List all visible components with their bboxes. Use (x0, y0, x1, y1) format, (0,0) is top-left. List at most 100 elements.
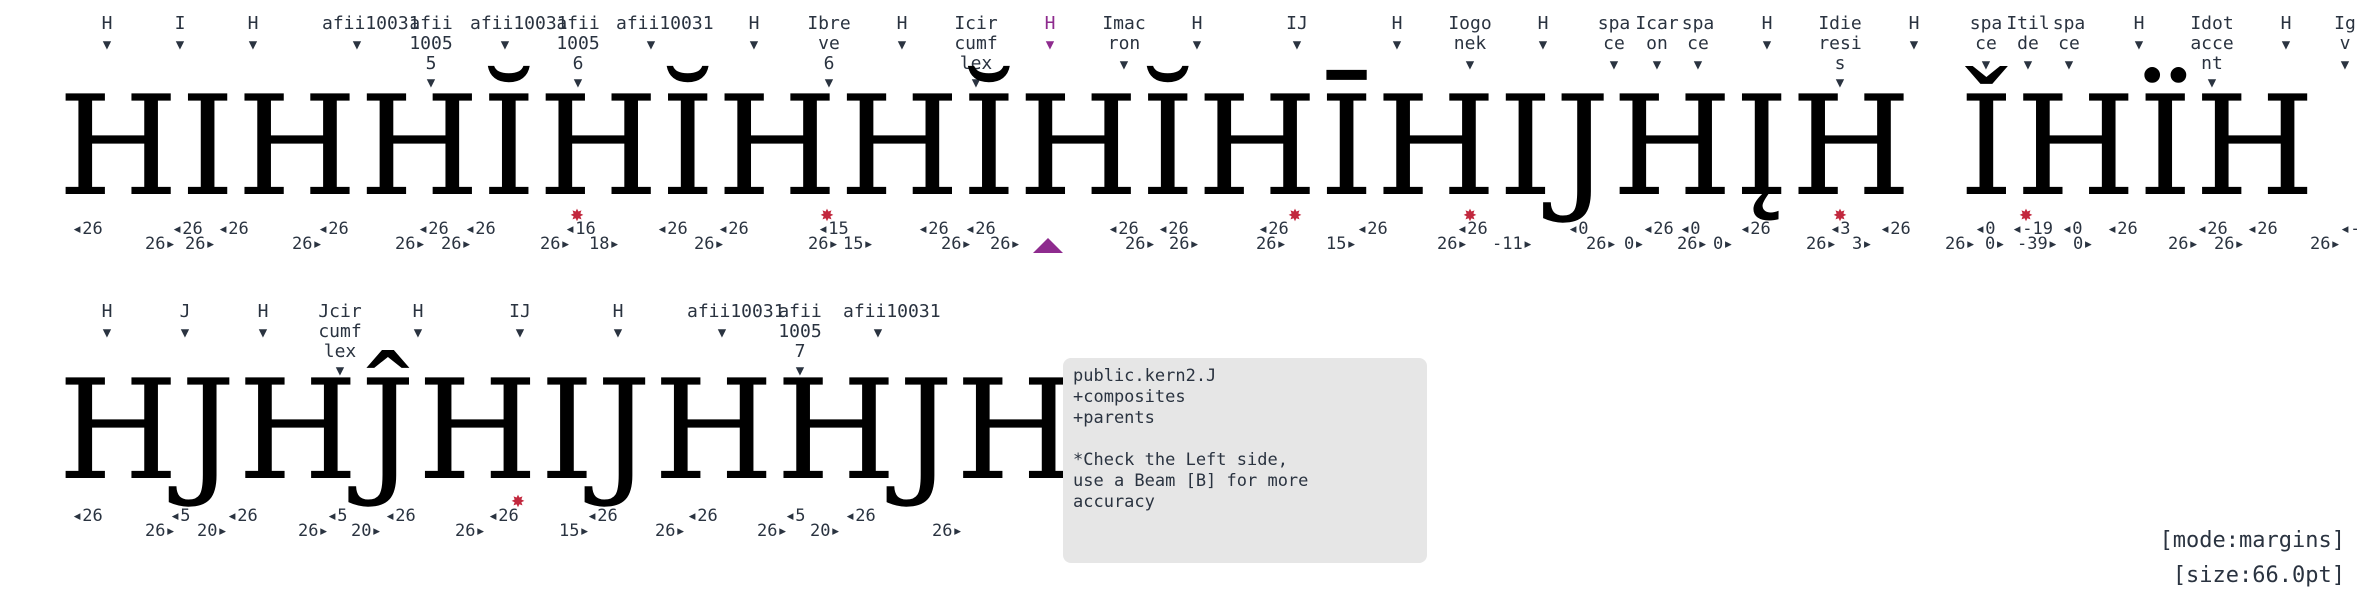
glyph-name-label[interactable]: Idot acce nt (2177, 14, 2247, 74)
right-margin-value[interactable]: 26▸ (145, 235, 176, 253)
left-margin-value[interactable]: ◂26 (72, 220, 103, 238)
right-margin-value[interactable]: 26▸ (1256, 235, 1287, 253)
right-margin-value[interactable]: -11▸ (1492, 235, 1533, 253)
right-margin-value[interactable]: 26▸ (441, 235, 472, 253)
right-margin-value[interactable]: 26▸ (2168, 235, 2199, 253)
left-margin-value[interactable]: ◂26 (218, 220, 249, 238)
glyph-name-label[interactable]: afii10031 (687, 302, 785, 322)
right-margin-value[interactable]: 3▸ (1852, 235, 1872, 253)
right-margin-value[interactable]: 26▸ (145, 522, 176, 540)
glyph-name-label[interactable]: H (1362, 14, 1432, 34)
glyph-name-label[interactable]: H (867, 14, 937, 34)
glyph-name-label[interactable]: afii10031 (470, 14, 568, 34)
glyph-name-label[interactable]: Ig v (2310, 14, 2357, 54)
right-margin-value[interactable]: 26▸ (1125, 235, 1156, 253)
left-margin-value[interactable]: ◂26 (227, 507, 258, 525)
left-margin-value[interactable]: ◂26 (657, 220, 688, 238)
right-margin-value[interactable]: 26▸ (1945, 235, 1976, 253)
right-margin-value[interactable]: 26▸ (941, 235, 972, 253)
right-margin-value[interactable]: 15▸ (559, 522, 590, 540)
right-margin-value[interactable]: 26▸ (1806, 235, 1837, 253)
glyph-name-label[interactable]: Ibre ve 6 (794, 14, 864, 74)
glyph-name-label[interactable]: afii 1005 5 (396, 14, 466, 74)
left-margin-value[interactable]: ◂- (2340, 220, 2357, 238)
right-margin-value[interactable]: 0▸ (1985, 235, 2005, 253)
right-margin-value[interactable]: 26▸ (298, 522, 329, 540)
left-margin-value[interactable]: ◂26 (72, 507, 103, 525)
glyph-name-label[interactable]: afii10031 (616, 14, 714, 34)
left-margin-value[interactable]: ◂26 (1740, 220, 1771, 238)
left-margin-value[interactable]: ◂26 (1643, 220, 1674, 238)
glyph-name-label[interactable]: Imac ron (1089, 14, 1159, 54)
glyph-name-label[interactable]: Idie resi s (1805, 14, 1875, 74)
right-margin-value[interactable]: 26▸ (455, 522, 486, 540)
right-margin-value[interactable]: 26▸ (185, 235, 216, 253)
right-margin-value[interactable]: 0▸ (1624, 235, 1644, 253)
right-margin-value[interactable]: 26▸ (990, 235, 1021, 253)
left-margin-value[interactable]: ◂26 (587, 507, 618, 525)
right-margin-value[interactable]: 26▸ (2310, 235, 2341, 253)
left-margin-value[interactable]: ◂5 (327, 507, 347, 525)
right-margin-value[interactable]: 26▸ (292, 235, 323, 253)
glyph-name-label[interactable]: Iogo nek (1435, 14, 1505, 54)
right-margin-value[interactable]: 0▸ (1713, 235, 1733, 253)
glyph-string[interactable]: HJHĴHIJHHJH (58, 362, 1078, 500)
right-margin-value[interactable]: 26▸ (932, 522, 963, 540)
left-margin-value[interactable]: ◂26 (687, 507, 718, 525)
right-margin-value[interactable]: 26▸ (757, 522, 788, 540)
right-margin-value[interactable]: 26▸ (1169, 235, 1200, 253)
glyph-name-label[interactable]: H (583, 302, 653, 322)
glyph-name-label[interactable]: I (145, 14, 215, 34)
right-margin-value[interactable]: 20▸ (351, 522, 382, 540)
right-margin-value[interactable]: 26▸ (1677, 235, 1708, 253)
glyph-name-label[interactable]: H (1732, 14, 1802, 34)
left-margin-value[interactable]: ◂26 (1357, 220, 1388, 238)
kern-marker-icon: ✸ (1463, 202, 1477, 227)
glyph-name-label[interactable]: afii10031 (843, 302, 941, 322)
glyph-canvas[interactable]: H ▼ I ▼ H ▼ afii10031 ▼ afii 1005 5 ▼ afii10031 ▼ af… (0, 0, 2357, 594)
cursor-marker-icon[interactable] (1033, 238, 1063, 253)
glyph-string[interactable]: HIHHĬHĬHHĬHĬHĪHIJHĮH ǏHÏH ĨHİ (58, 78, 2357, 216)
right-margin-value[interactable]: 0▸ (2073, 235, 2093, 253)
glyph-name-label[interactable]: H (2104, 14, 2174, 34)
left-margin-value[interactable]: ◂26 (385, 507, 416, 525)
right-margin-value[interactable]: 15▸ (1326, 235, 1357, 253)
glyph-name-label[interactable]: H (1879, 14, 1949, 34)
right-margin-value[interactable]: 26▸ (1586, 235, 1617, 253)
glyph-name-label[interactable]: H (72, 302, 142, 322)
right-margin-value[interactable]: 18▸ (589, 235, 620, 253)
glyph-name-label[interactable]: spa ce (1663, 14, 1733, 54)
glyph-name-label[interactable]: H (383, 302, 453, 322)
glyph-name-label[interactable]: H (228, 302, 298, 322)
right-margin-value[interactable]: 26▸ (694, 235, 725, 253)
glyph-name-label[interactable]: J (150, 302, 220, 322)
glyph-name-label[interactable]: IJ (1262, 14, 1332, 34)
left-margin-value[interactable]: ◂26 (2107, 220, 2138, 238)
glyph-name-label[interactable]: Icir cumf lex (941, 14, 1011, 74)
right-margin-value[interactable]: 20▸ (197, 522, 228, 540)
glyph-name-label[interactable]: H (218, 14, 288, 34)
left-margin-value[interactable]: ◂5 (785, 507, 805, 525)
right-margin-value[interactable]: 26▸ (395, 235, 426, 253)
glyph-name-label[interactable]: spa ce (2034, 14, 2104, 54)
glyph-pointer-icon: ▼ (749, 37, 759, 53)
glyph-name-label[interactable]: afii10031 (322, 14, 420, 34)
left-margin-value[interactable]: ◂26 (1880, 220, 1911, 238)
glyph-name-label[interactable]: H (1015, 14, 1085, 34)
glyph-name-label[interactable]: H (1162, 14, 1232, 34)
glyph-name-label[interactable]: H (1508, 14, 1578, 34)
right-margin-value[interactable]: 26▸ (1437, 235, 1468, 253)
left-margin-value[interactable]: ◂26 (2247, 220, 2278, 238)
right-margin-value[interactable]: 26▸ (655, 522, 686, 540)
right-margin-value[interactable]: 26▸ (808, 235, 839, 253)
right-margin-value[interactable]: -39▸ (2017, 235, 2058, 253)
glyph-name-label[interactable]: afii 1005 6 (543, 14, 613, 74)
right-margin-value[interactable]: 26▸ (2214, 235, 2245, 253)
right-margin-value[interactable]: 15▸ (843, 235, 874, 253)
right-margin-value[interactable]: 20▸ (810, 522, 841, 540)
right-margin-value[interactable]: 26▸ (540, 235, 571, 253)
glyph-name-label[interactable]: H (72, 14, 142, 34)
left-margin-value[interactable]: ◂26 (845, 507, 876, 525)
glyph-name-label[interactable]: H (719, 14, 789, 34)
glyph-name-label[interactable]: IJ (485, 302, 555, 322)
